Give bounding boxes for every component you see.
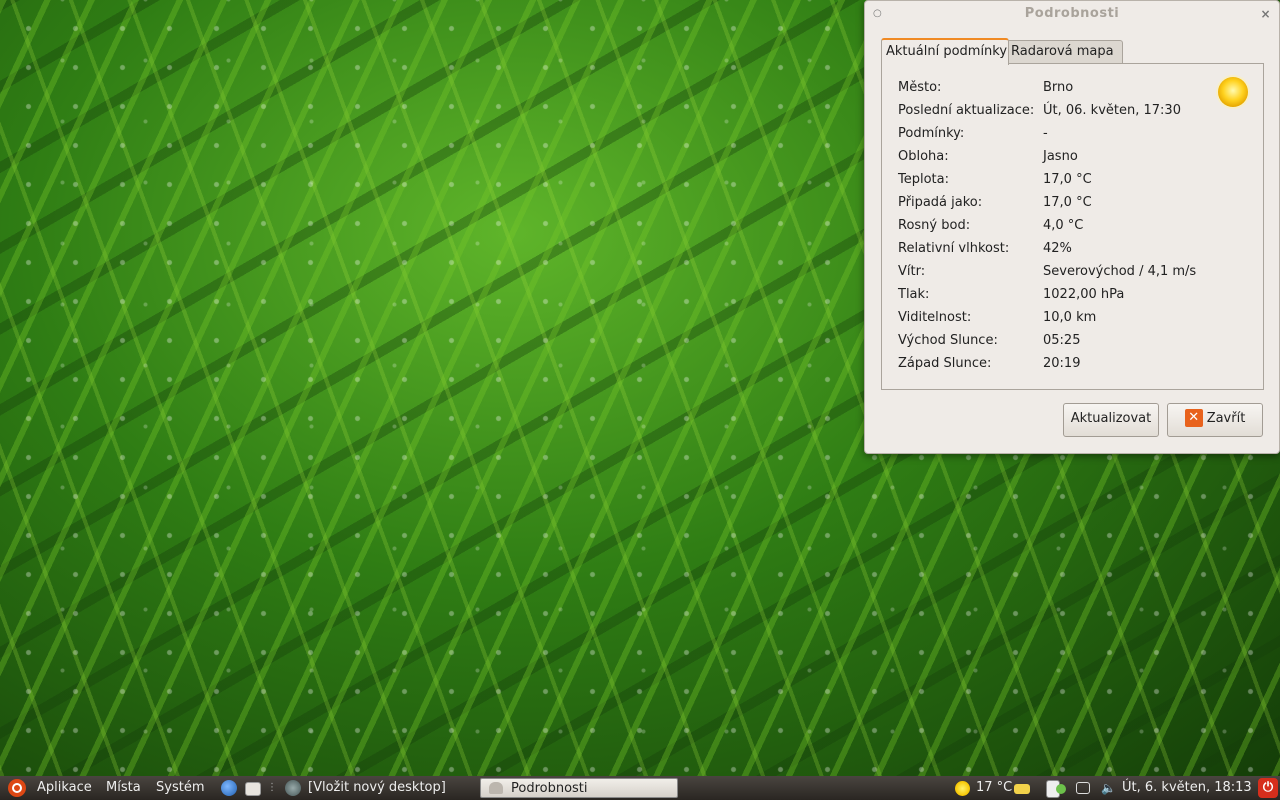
weather-cloud-icon (489, 782, 503, 794)
detail-value: Út, 06. květen, 17:30 (1043, 103, 1181, 118)
taskbar-item-label: Podrobnosti (511, 781, 588, 796)
menu-places[interactable]: Místa (106, 776, 141, 800)
tab-radar-map[interactable]: Radarová mapa (1006, 40, 1123, 63)
window-title: Podrobnosti (1024, 6, 1120, 21)
window-menu-icon[interactable]: ○ (873, 1, 882, 27)
tab-current-conditions[interactable]: Aktuální podmínky (881, 38, 1009, 65)
volume-icon[interactable]: 🔈 (1101, 776, 1116, 800)
launcher-separator-icon: ⋮ (267, 782, 277, 793)
detail-label: Teplota: (898, 172, 949, 187)
web-browser-icon[interactable] (221, 780, 237, 796)
detail-value: 17,0 °C (1043, 172, 1092, 187)
detail-value: 4,0 °C (1043, 218, 1084, 233)
show-desktop-icon[interactable] (285, 780, 301, 796)
refresh-button[interactable]: Aktualizovat (1063, 403, 1159, 437)
sun-icon (1216, 75, 1250, 109)
detail-value: 20:19 (1043, 356, 1081, 371)
detail-label: Město: (898, 80, 942, 95)
status-green-icon[interactable] (1056, 784, 1066, 794)
detail-value: 42% (1043, 241, 1072, 256)
detail-label: Obloha: (898, 149, 949, 164)
detail-value: 10,0 km (1043, 310, 1097, 325)
detail-label: Relativní vlhkost: (898, 241, 1010, 256)
detail-label: Východ Slunce: (898, 333, 998, 348)
detail-label: Rosný bod: (898, 218, 971, 233)
tray-temperature[interactable]: 17 °C (976, 776, 1012, 800)
taskbar-item-details[interactable]: Podrobnosti (480, 778, 678, 798)
detail-label: Podmínky: (898, 126, 965, 141)
detail-value: Brno (1043, 80, 1074, 95)
detail-label: Západ Slunce: (898, 356, 992, 371)
detail-label: Tlak: (898, 287, 930, 302)
ubuntu-logo-icon[interactable] (8, 779, 26, 797)
detail-value: 1022,00 hPa (1043, 287, 1125, 302)
detail-label: Připadá jako: (898, 195, 983, 210)
power-icon[interactable]: ⏻ (1258, 778, 1278, 798)
detail-value: - (1043, 126, 1048, 141)
clock[interactable]: Út, 6. květen, 18:13 (1122, 776, 1252, 800)
refresh-button-label: Aktualizovat (1070, 411, 1152, 426)
detail-value: 05:25 (1043, 333, 1081, 348)
folder-icon[interactable] (1014, 784, 1030, 794)
detail-label: Poslední aktualizace: (898, 103, 1035, 118)
menu-applications[interactable]: Aplikace (37, 776, 92, 800)
close-button-label: Zavřít (1206, 411, 1246, 426)
detail-value: Severovýchod / 4,1 m/s (1043, 264, 1197, 279)
close-button[interactable]: ✕ Zavřít (1167, 403, 1263, 437)
close-x-icon: ✕ (1184, 408, 1203, 427)
mail-icon[interactable] (245, 782, 261, 796)
bottom-panel: Aplikace Místa Systém ⋮ [Vložit nový des… (0, 776, 1280, 800)
detail-label: Vítr: (898, 264, 926, 279)
workspace-label[interactable]: [Vložit nový desktop] (308, 776, 446, 800)
window-list-icon[interactable] (1076, 782, 1090, 794)
window-close-icon[interactable]: × (1260, 1, 1271, 27)
menu-system[interactable]: Systém (156, 776, 204, 800)
detail-value: 17,0 °C (1043, 195, 1092, 210)
window-titlebar[interactable]: ○ Podrobnosti × (865, 1, 1279, 27)
details-window: ○ Podrobnosti × Aktuální podmínky Radaro… (864, 0, 1280, 454)
tray-weather-sun-icon[interactable] (955, 781, 970, 796)
detail-label: Viditelnost: (898, 310, 972, 325)
current-conditions-panel: Město: Brno Poslední aktualizace: Út, 06… (881, 63, 1264, 390)
detail-value: Jasno (1043, 149, 1078, 164)
